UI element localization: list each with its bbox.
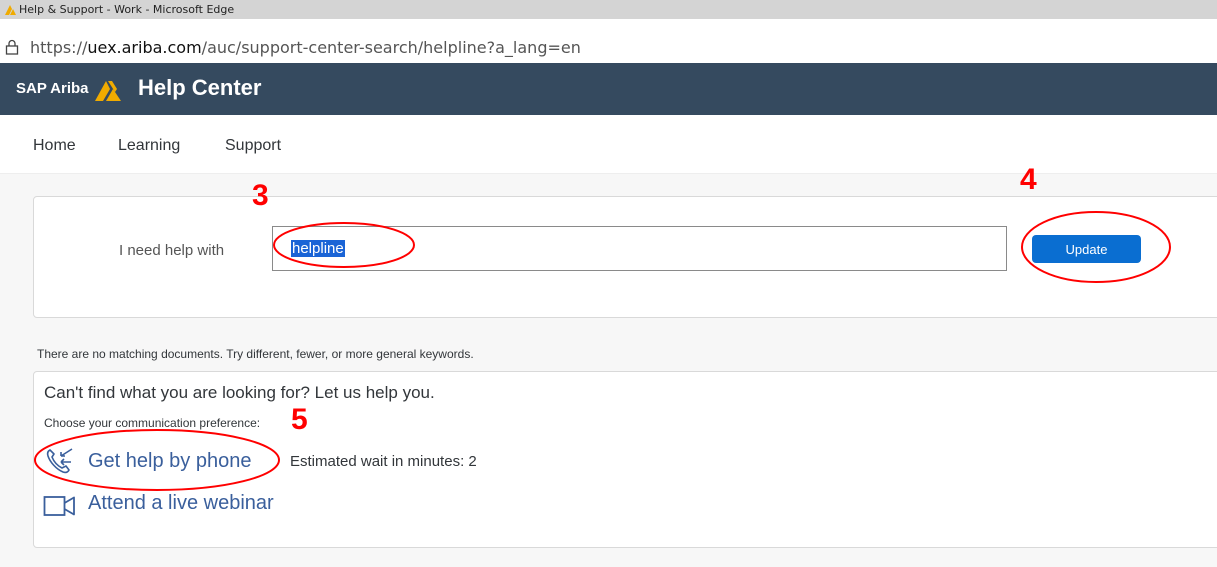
ariba-logo-icon (93, 77, 129, 108)
get-help-by-phone-link[interactable]: Get help by phone (88, 450, 251, 473)
annotation-step-3: 3 (252, 179, 269, 212)
nav-item-support[interactable]: Support (225, 137, 281, 155)
address-bar[interactable]: https://uex.ariba.com/auc/support-center… (0, 19, 1217, 63)
update-button[interactable]: Update (1032, 235, 1141, 263)
no-results-message: There are no matching documents. Try dif… (37, 347, 474, 361)
phone-callback-icon[interactable] (45, 447, 75, 480)
nav-item-learning[interactable]: Learning (118, 137, 180, 155)
url-protocol: https:// (30, 38, 88, 57)
annotation-step-4: 4 (1020, 163, 1037, 196)
video-camera-icon[interactable] (43, 495, 77, 522)
window-titlebar: Help & Support - Work - Microsoft Edge (0, 0, 1217, 19)
search-input-value: helpline (291, 240, 345, 257)
search-label: I need help with (119, 242, 225, 259)
url-domain: uex.ariba.com (87, 38, 202, 57)
brand-name[interactable]: SAP Ariba (16, 80, 89, 97)
search-input[interactable]: helpline (272, 226, 1007, 271)
attend-live-webinar-link[interactable]: Attend a live webinar (88, 492, 274, 515)
lock-icon (5, 39, 19, 60)
annotation-step-5: 5 (291, 403, 308, 436)
page-title: Help Center (138, 75, 262, 100)
window-title: Help & Support - Work - Microsoft Edge (19, 3, 235, 16)
estimated-wait-text: Estimated wait in minutes: 2 (290, 453, 477, 470)
preference-label: Choose your communication preference: (44, 416, 261, 430)
nav-item-home[interactable]: Home (33, 137, 76, 155)
url-path: /auc/support-center-search/helpline?a_la… (201, 38, 581, 57)
url-text[interactable]: https://uex.ariba.com/auc/support-center… (30, 38, 581, 57)
help-heading: Can't find what you are looking for? Let… (44, 383, 435, 402)
app-header: SAP Ariba Help Center (0, 63, 1217, 115)
